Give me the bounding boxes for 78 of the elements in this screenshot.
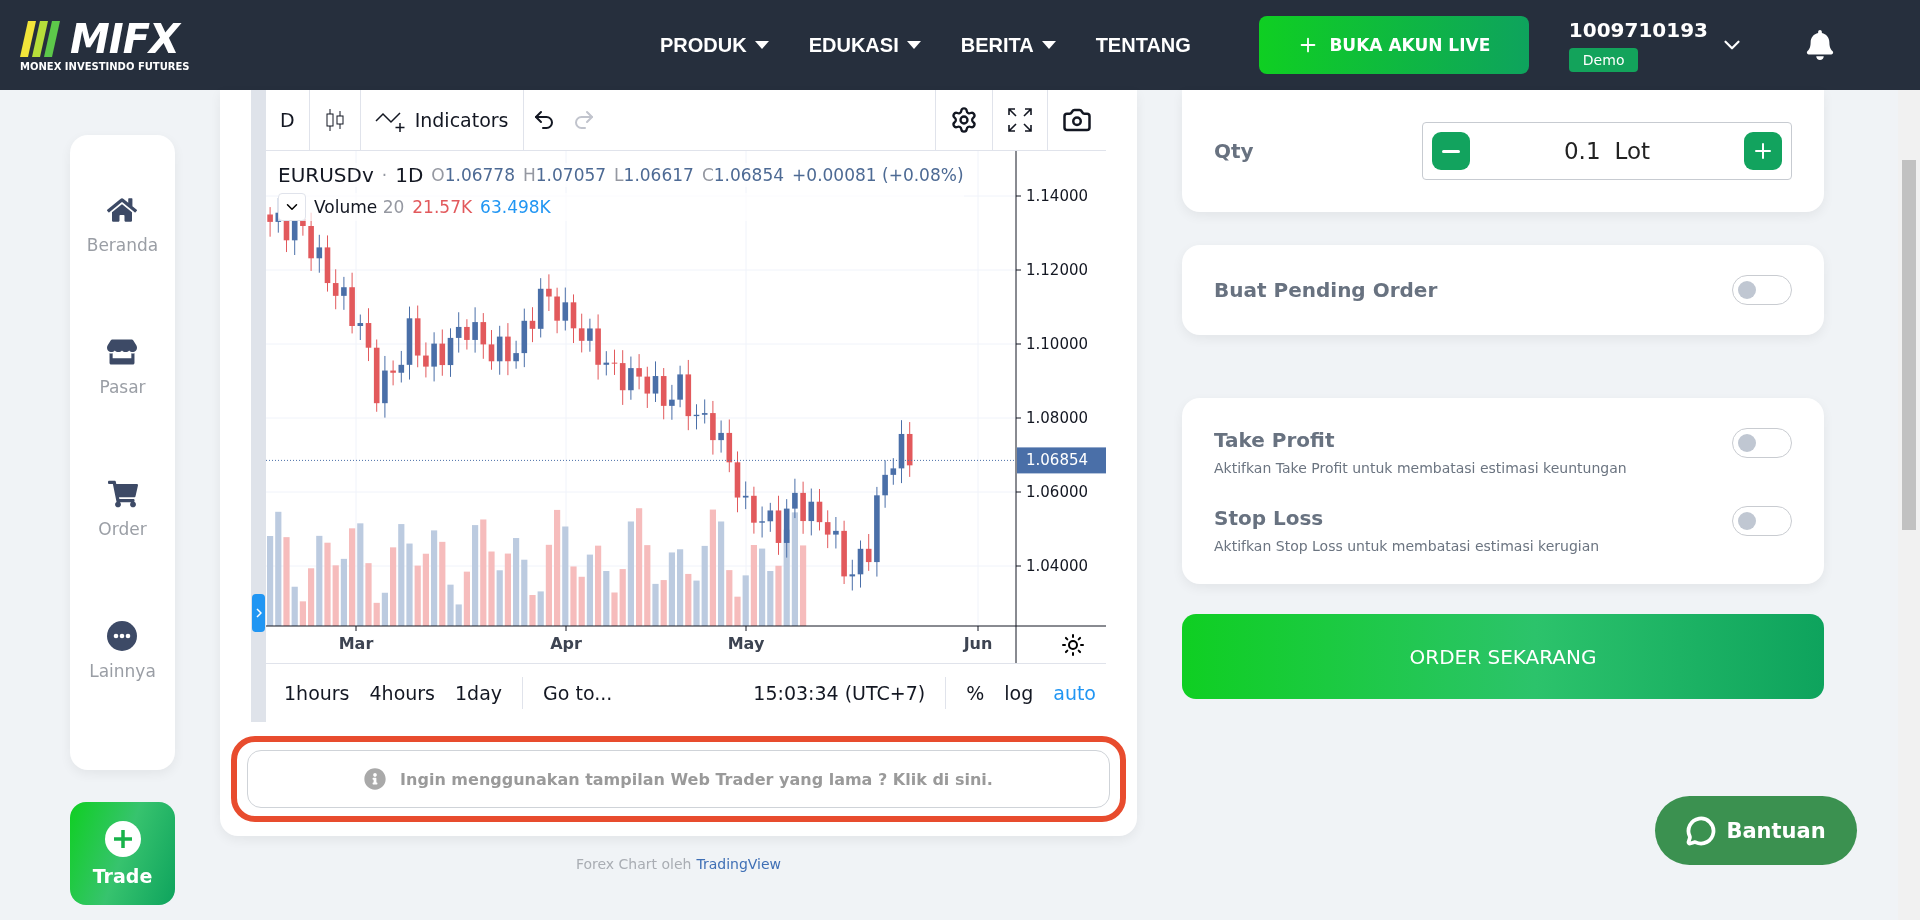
cart-icon [107,479,138,509]
toggle-switch[interactable] [1732,506,1792,536]
volume-label: Volume 20 [314,197,405,217]
option-title: Stop Loss [1214,506,1325,530]
candles-icon [323,108,346,132]
range-button[interactable]: 1day [445,682,513,704]
account-type-badge: Demo [1568,48,1639,72]
toggle-switch[interactable] [1732,275,1792,305]
sidebar-label: Order [98,519,147,539]
logo-wordmark: MIFX [70,18,179,59]
chat-icon [1686,815,1717,846]
nav-link[interactable]: PRODUK [660,33,769,57]
option-title: Take Profit [1214,428,1336,452]
collapse-button[interactable] [278,193,306,221]
volume-value: 21.57K [412,197,473,217]
price-label: 1.04000 [1026,557,1089,575]
price-label: 1.14000 [1026,187,1089,205]
theme-sun-icon[interactable] [1061,633,1085,657]
last-price: 1.06854 [1026,451,1089,470]
date-label: Apr [550,634,582,653]
bell-icon[interactable] [1804,30,1835,60]
decrease-button[interactable] [1432,132,1470,170]
toggle-switch[interactable] [1732,428,1792,458]
price-label: 1.10000 [1026,335,1089,353]
qty-value: 0.1 Lot [1563,138,1651,164]
qty-field[interactable]: 0.1 Lot [1422,122,1792,180]
ohlc-value: C1.06854 [701,165,785,185]
date-label: May [727,634,765,653]
scrollbar-thumb[interactable] [1902,160,1916,530]
price-label: 1.12000 [1026,261,1089,279]
scale-option[interactable]: % [956,682,995,704]
settings-icon [950,106,978,134]
clock: 15:03:34 (UTC+7) [753,682,926,704]
price-change: +0.00081 (+0.08%) [792,165,964,185]
price-label: 1.06000 [1026,483,1089,501]
option-description: Aktifkan Take Profit untuk membatasi estimasi keuntungan [1214,460,1627,476]
logo-tagline: MONEX INVESTINDO FUTURES [20,60,191,72]
range-button[interactable]: 4hours [359,682,446,704]
info-icon [364,768,387,790]
home-icon [107,195,138,225]
sidebar-label: Pasar [99,377,146,397]
nav-link[interactable]: EDUKASI [808,33,921,57]
minus-icon [1442,149,1460,153]
scale-option[interactable]: log [994,682,1044,704]
caret-icon [906,41,921,49]
legend-separator: · [381,165,388,185]
plus-circle-icon [104,820,141,857]
go-to-button[interactable]: Go to... [533,682,623,704]
ohlc-value: H1.07057 [523,165,607,185]
date-label: Mar [338,634,374,653]
sidebar-label: Lainnya [89,661,156,681]
ohlc-value: L1.06617 [614,165,694,185]
caret-icon [1041,41,1056,49]
more-icon [107,621,138,651]
volume-average: 63.498K [480,197,551,217]
sidebar-label: Beranda [86,235,159,255]
increase-button[interactable] [1744,132,1782,170]
date-label: Jun [963,634,993,653]
range-button[interactable]: 1hours [274,682,360,704]
symbol-name: EURUSDv [278,163,374,187]
help-button[interactable]: Bantuan [1655,796,1857,865]
qty-label: Qty [1214,139,1254,163]
legend-interval: 1D [395,163,424,187]
pending-order-label: Buat Pending Order [1214,278,1438,302]
expand-handle[interactable] [252,594,265,632]
store-icon [107,337,138,367]
indicators-button[interactable]: Indicators [360,90,524,150]
credit-text: Forex Chart oleh [575,856,692,872]
price-label: 1.08000 [1026,409,1089,427]
nav-link[interactable]: BERITA [960,33,1056,57]
account-number: 1009710193 [1568,18,1708,42]
nav-link[interactable]: TENTANG [1095,33,1191,57]
ohlc-value: O1.06778 [431,165,515,185]
interval-button[interactable]: D [266,90,310,150]
fullscreen-icon [1007,107,1033,133]
option-description: Aktifkan Stop Loss untuk membatasi estimasi kerugian [1214,538,1600,554]
caret-icon [754,41,769,49]
tradingview-link[interactable]: TradingView [696,856,782,872]
